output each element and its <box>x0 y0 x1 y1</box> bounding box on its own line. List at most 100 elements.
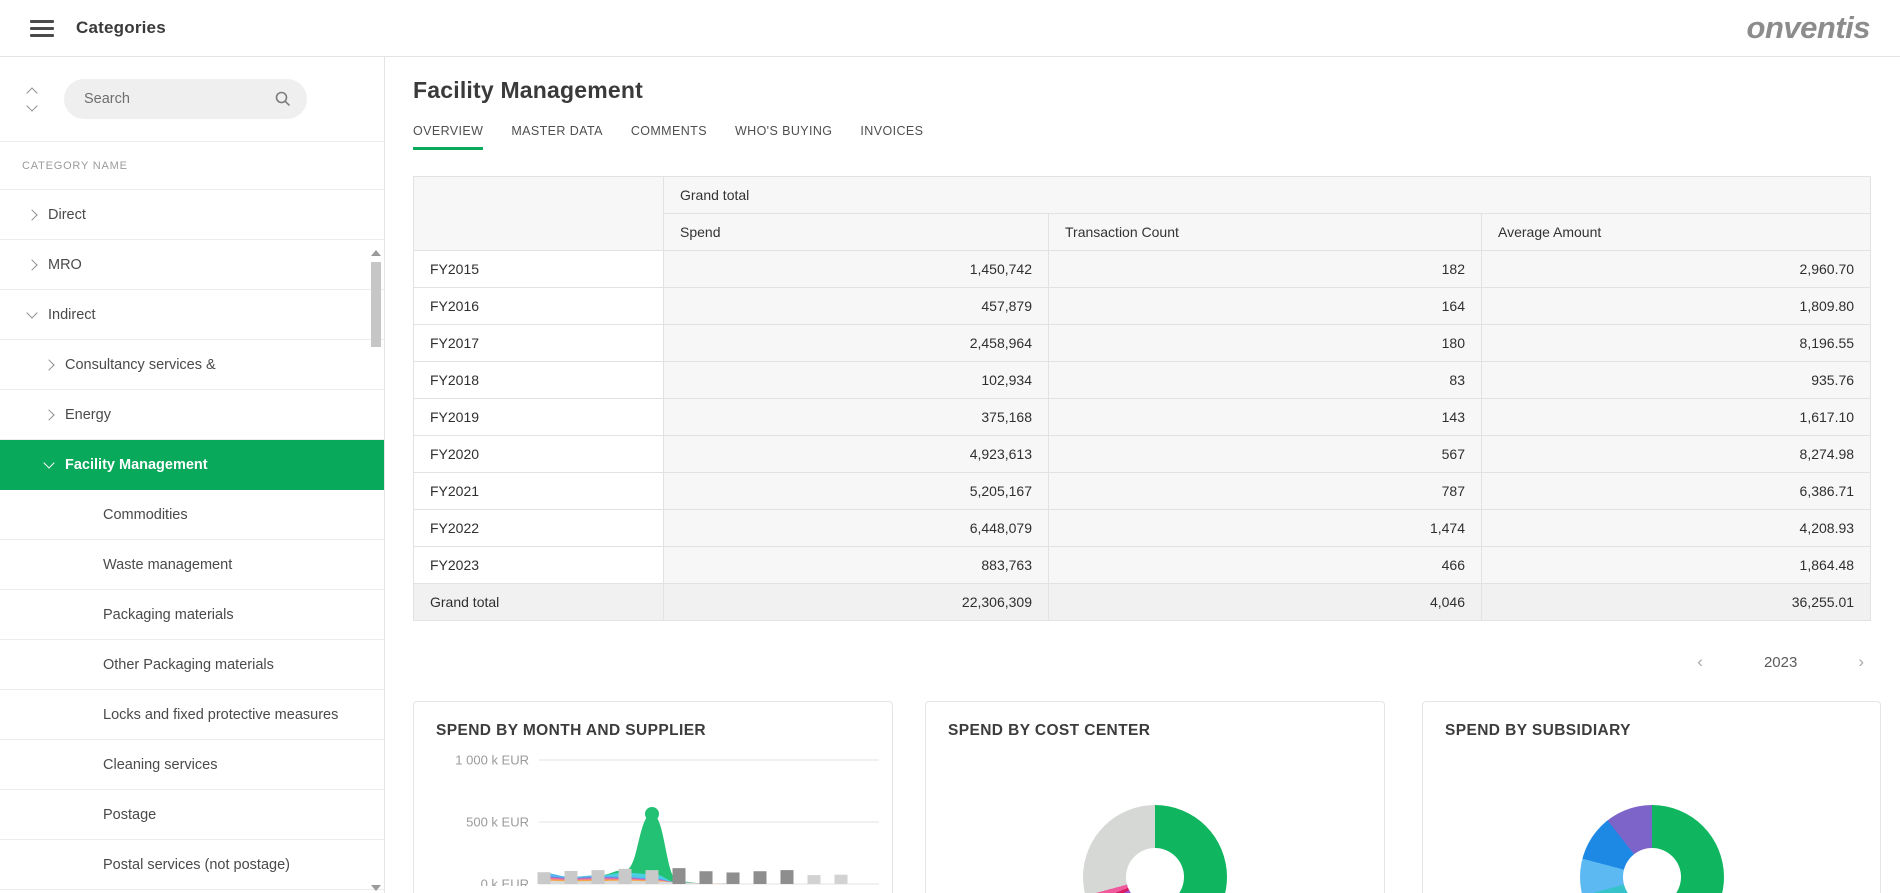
table-row-fy2022: FY20226,448,0791,4744,208.93 <box>414 510 1871 547</box>
donut-hole <box>1623 848 1681 893</box>
area-series-supplier-green <box>544 814 841 884</box>
column-header-average-amount: Average Amount <box>1482 214 1871 251</box>
search-box[interactable] <box>64 79 307 119</box>
sidebar-item-label: Indirect <box>48 307 96 323</box>
tab-invoices[interactable]: INVOICES <box>860 124 923 150</box>
table-row-fy2020: FY20204,923,6135678,274.98 <box>414 436 1871 473</box>
sidebar-search-row <box>0 57 384 142</box>
spend-summary-table: Grand total Spend Transaction Count Aver… <box>413 176 1871 621</box>
tab-bar: OVERVIEW MASTER DATA COMMENTS WHO'S BUYING I… <box>413 124 1881 150</box>
sidebar-item-waste-management[interactable]: Waste management <box>0 540 384 590</box>
year-pager: ‹ 2023 › <box>413 643 1870 681</box>
sidebar-item-cleaning-services[interactable]: Cleaning services <box>0 740 384 790</box>
cell-value: 935.76 <box>1482 362 1871 399</box>
next-year-button[interactable]: › <box>1852 652 1870 672</box>
cell-value: 5,205,167 <box>664 473 1049 510</box>
scrollbar-thumb[interactable] <box>371 262 381 347</box>
spend-by-month-chart: 0 k EUR500 k EUR1 000 k EUR <box>414 750 893 886</box>
sidebar-item-locks-and-fixed-protective-measures[interactable]: Locks and fixed protective measures <box>0 690 384 740</box>
spend-by-month-title: SPEND BY MONTH AND SUPPLIER <box>414 702 892 740</box>
sidebar-item-other-packaging-materials[interactable]: Other Packaging materials <box>0 640 384 690</box>
month-bar <box>781 870 794 884</box>
grand-total-row: Grand total22,306,3094,04636,255.01 <box>414 584 1871 621</box>
y-axis-tick-label: 500 k EUR <box>466 815 529 830</box>
sidebar-item-label: Locks and fixed protective measures <box>103 707 338 723</box>
column-header-spend: Spend <box>664 214 1049 251</box>
cell-value: 4,208.93 <box>1482 510 1871 547</box>
sidebar-item-facility-management[interactable]: Facility Management <box>0 440 384 490</box>
row-label: FY2021 <box>414 473 664 510</box>
sidebar-item-postal-services-not-postage[interactable]: Postal services (not postage) <box>0 840 384 890</box>
peak-marker-dot <box>645 807 659 821</box>
cell-value: 787 <box>1049 473 1482 510</box>
row-label: FY2022 <box>414 510 664 547</box>
chevron-right-icon[interactable] <box>43 359 54 370</box>
search-icon <box>275 91 291 107</box>
row-label: FY2023 <box>414 547 664 584</box>
chevron-down-icon[interactable] <box>26 307 37 318</box>
scroll-down-arrow-icon[interactable] <box>371 885 381 891</box>
cell-value: 180 <box>1049 325 1482 362</box>
category-name-column-header: CATEGORY NAME <box>0 142 384 190</box>
previous-year-button[interactable]: ‹ <box>1691 652 1709 672</box>
sidebar-item-postage[interactable]: Postage <box>0 790 384 840</box>
cell-value: 375,168 <box>664 399 1049 436</box>
cell-value: 1,474 <box>1049 510 1482 547</box>
tab-master-data[interactable]: MASTER DATA <box>511 124 602 150</box>
spend-by-subsidiary-title: SPEND BY SUBSIDIARY <box>1423 702 1880 740</box>
sidebar-item-energy[interactable]: Energy <box>0 390 384 440</box>
chevron-down-icon[interactable] <box>43 457 54 468</box>
sidebar-item-label: Waste management <box>103 557 232 573</box>
cell-value: 2,960.70 <box>1482 251 1871 288</box>
chevron-right-icon[interactable] <box>26 259 37 270</box>
sidebar-item-indirect[interactable]: Indirect <box>0 290 384 340</box>
sidebar-item-label: Commodities <box>103 507 188 523</box>
table-row-fy2017: FY20172,458,9641808,196.55 <box>414 325 1871 362</box>
chevron-right-icon[interactable] <box>26 209 37 220</box>
sidebar-item-label: Facility Management <box>65 457 208 473</box>
month-bar <box>808 875 821 884</box>
table-row-fy2021: FY20215,205,1677876,386.71 <box>414 473 1871 510</box>
sidebar-item-label: MRO <box>48 257 82 273</box>
category-title: Facility Management <box>413 77 1881 104</box>
expand-collapse-icon[interactable] <box>22 86 42 113</box>
cell-value: 4,046 <box>1049 584 1482 621</box>
tab-comments[interactable]: COMMENTS <box>631 124 707 150</box>
tab-overview[interactable]: OVERVIEW <box>413 124 483 150</box>
cell-value: 466 <box>1049 547 1482 584</box>
cell-value: 143 <box>1049 399 1482 436</box>
main-content: Facility Management OVERVIEW MASTER DATA C… <box>385 57 1900 893</box>
chart-cards-row: SPEND BY MONTH AND SUPPLIER 0 k EUR500 k… <box>413 701 1881 893</box>
month-bar <box>592 870 605 884</box>
sidebar-scrollbar[interactable] <box>371 190 381 893</box>
cell-value: 1,450,742 <box>664 251 1049 288</box>
table-row-fy2018: FY2018102,93483935.76 <box>414 362 1871 399</box>
table-row-fy2023: FY2023883,7634661,864.48 <box>414 547 1871 584</box>
sidebar-item-packaging-materials[interactable]: Packaging materials <box>0 590 384 640</box>
tab-who-s-buying[interactable]: WHO'S BUYING <box>735 124 832 150</box>
sidebar-item-direct[interactable]: Direct <box>0 190 384 240</box>
sidebar-item-commodities[interactable]: Commodities <box>0 490 384 540</box>
cell-value: 2,458,964 <box>664 325 1049 362</box>
spend-by-subsidiary-card: SPEND BY SUBSIDIARY <box>1422 701 1881 893</box>
chevron-right-icon[interactable] <box>43 409 54 420</box>
search-input[interactable] <box>84 91 275 107</box>
hamburger-menu-icon[interactable] <box>30 20 54 37</box>
empty-corner-header <box>414 177 664 251</box>
row-label: FY2020 <box>414 436 664 473</box>
cell-value: 6,386.71 <box>1482 473 1871 510</box>
cell-value: 83 <box>1049 362 1482 399</box>
month-bar <box>538 872 551 884</box>
month-bar <box>835 875 848 884</box>
row-label: FY2017 <box>414 325 664 362</box>
month-bar <box>565 871 578 884</box>
scroll-up-arrow-icon[interactable] <box>371 250 381 256</box>
sidebar-item-mro[interactable]: MRO <box>0 240 384 290</box>
sidebar-item-label: Consultancy services & <box>65 357 216 373</box>
cell-value: 102,934 <box>664 362 1049 399</box>
sidebar-item-consultancy-services[interactable]: Consultancy services & <box>0 340 384 390</box>
spend-by-cost-center-title: SPEND BY COST CENTER <box>926 702 1384 740</box>
cell-value: 36,255.01 <box>1482 584 1871 621</box>
cell-value: 4,923,613 <box>664 436 1049 473</box>
cell-value: 6,448,079 <box>664 510 1049 547</box>
